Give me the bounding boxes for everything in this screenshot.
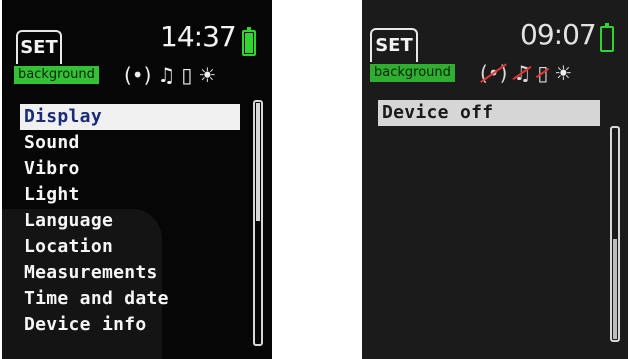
tab-set[interactable]: SET — [16, 30, 62, 64]
tab-set[interactable]: SET — [370, 28, 418, 62]
device-screen-off: SET 09:07 background (•) ♫ ▯ ☀ Device of… — [362, 0, 628, 359]
power-menu: Device off — [378, 100, 600, 126]
vibro-off-icon: ▯ — [537, 61, 549, 85]
status-icons: (•) ♫ ▯ ☀ — [480, 62, 572, 84]
battery-icon — [242, 27, 256, 56]
menu-item-location[interactable]: Location — [20, 234, 240, 260]
battery-icon — [600, 23, 614, 52]
device-screen-settings: SET 14:37 background (•) ♫ ▯ ☀ Display S… — [2, 0, 272, 359]
menu-item-language[interactable]: Language — [20, 208, 240, 234]
menu-item-device-info[interactable]: Device info — [20, 312, 240, 338]
menu-item-vibro[interactable]: Vibro — [20, 156, 240, 182]
vibration-waves-off-icon: (•) — [480, 61, 508, 85]
status-row: background (•) ♫ ▯ ☀ — [362, 62, 628, 84]
clock: 09:07 — [520, 18, 597, 51]
status-row: background (•) ♫ ▯ ☀ — [2, 64, 272, 86]
scrollbar[interactable] — [253, 100, 263, 346]
brightness-icon: ☀ — [198, 63, 217, 87]
status-icons: (•) ♫ ▯ ☀ — [124, 64, 216, 86]
status-badge: background — [370, 64, 455, 82]
menu-item-device-off[interactable]: Device off — [378, 100, 600, 126]
music-note-off-icon: ♫ — [513, 61, 532, 85]
scrollbar-thumb[interactable] — [613, 239, 617, 339]
brightness-icon: ☀ — [554, 61, 573, 85]
menu-item-light[interactable]: Light — [20, 182, 240, 208]
scrollbar[interactable] — [610, 126, 620, 342]
menu-item-sound[interactable]: Sound — [20, 130, 240, 156]
status-badge: background — [14, 66, 99, 84]
menu-item-display[interactable]: Display — [20, 104, 240, 130]
vibration-waves-icon: (•) — [124, 63, 152, 87]
scrollbar-thumb[interactable] — [256, 103, 260, 221]
vibro-icon: ▯ — [181, 63, 193, 87]
music-note-icon: ♫ — [157, 63, 176, 87]
settings-menu: Display Sound Vibro Light Language Locat… — [20, 104, 240, 338]
clock: 14:37 — [160, 20, 237, 53]
menu-item-time-and-date[interactable]: Time and date — [20, 286, 240, 312]
menu-item-measurements[interactable]: Measurements — [20, 260, 240, 286]
